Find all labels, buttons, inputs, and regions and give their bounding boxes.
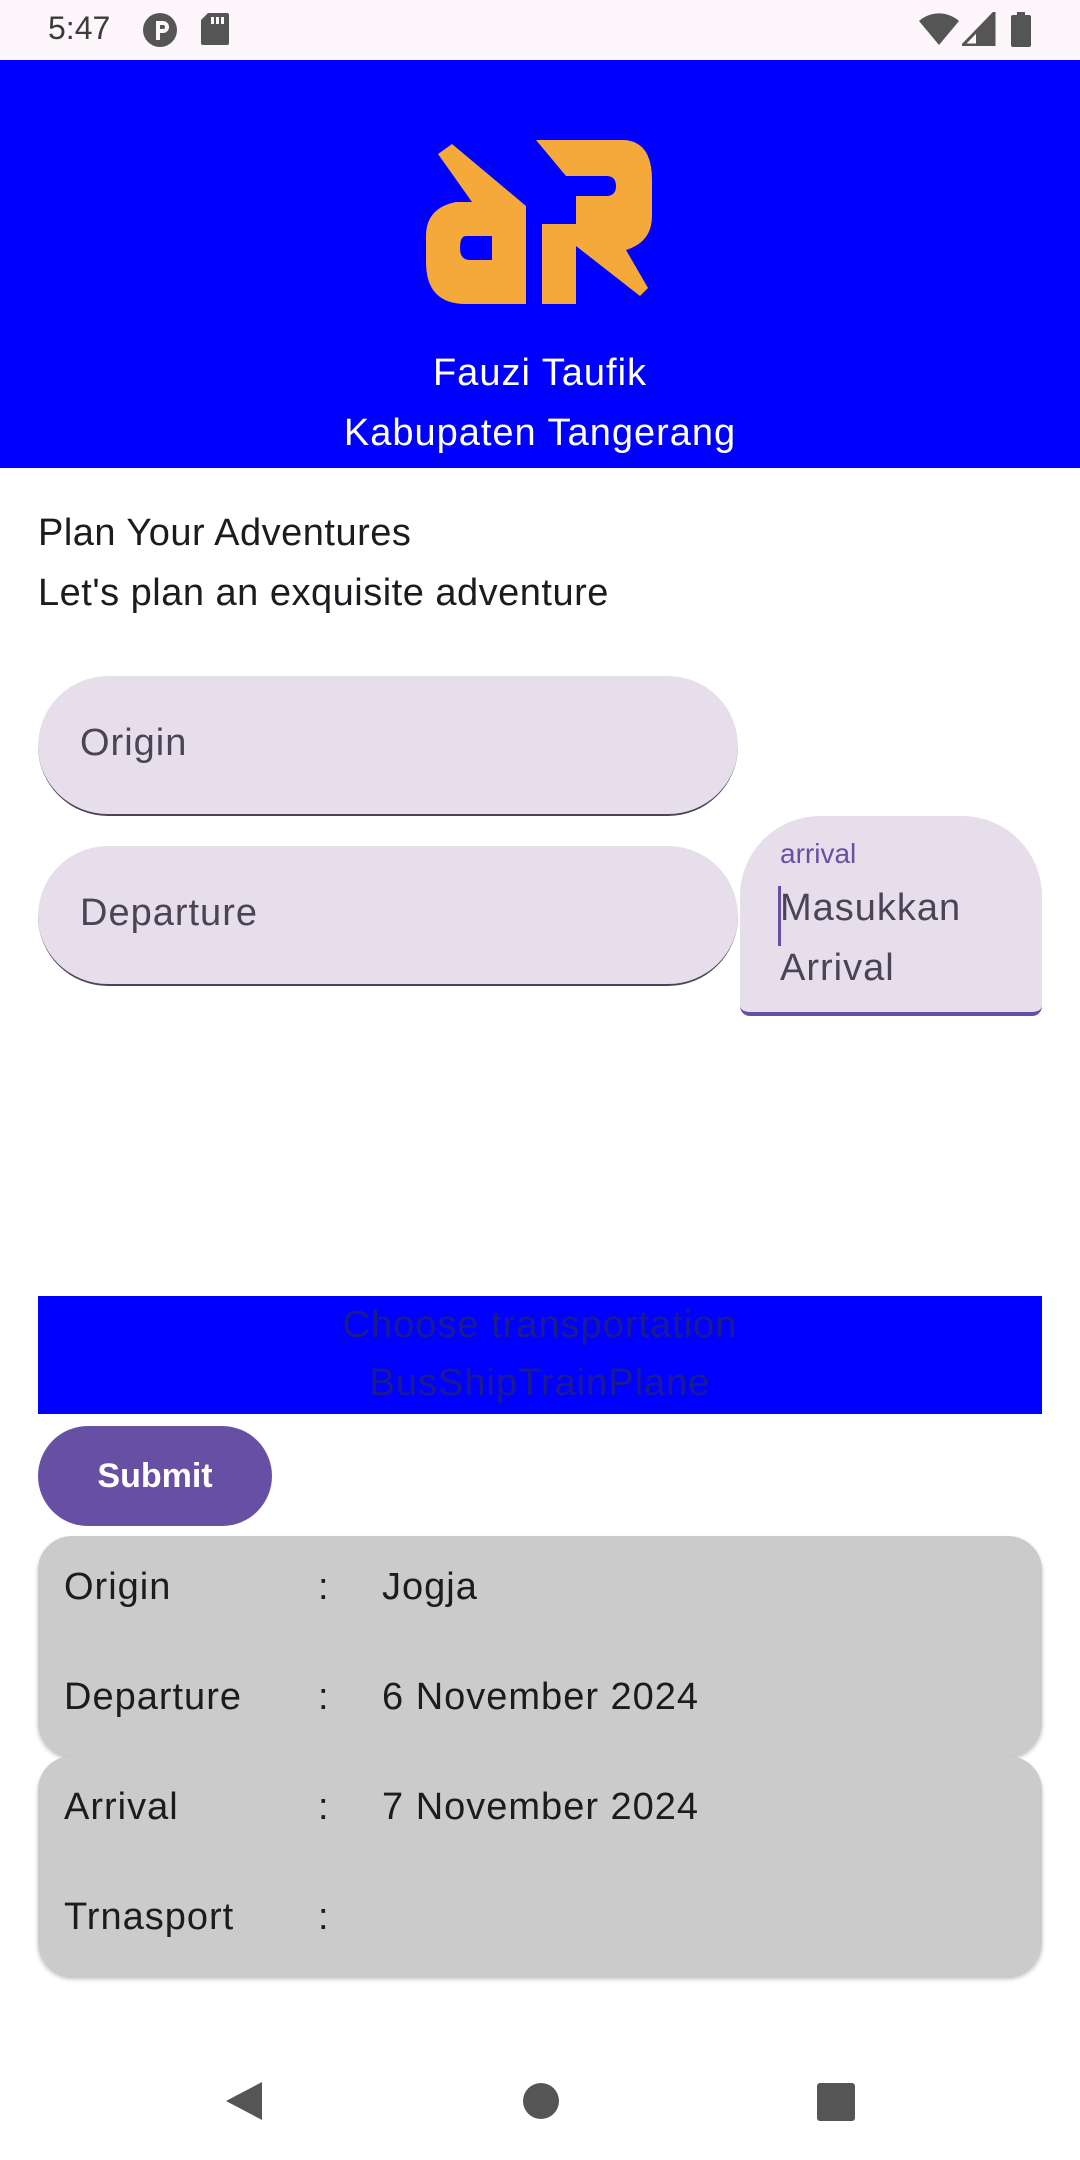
arrival-field[interactable]: arrival Masukkan Arrival bbox=[740, 816, 1042, 1016]
summary-colon: : bbox=[318, 1566, 329, 1608]
back-icon[interactable] bbox=[222, 2080, 264, 2122]
summary-card: Arrival : 7 November 2024 Trnasport : bbox=[38, 1756, 1042, 1976]
profile-header: Fauzi Taufik Kabupaten Tangerang bbox=[0, 60, 1080, 468]
page-subtitle: Let's plan an exquisite adventure bbox=[38, 572, 609, 614]
status-bar: 5:47 bbox=[0, 0, 1080, 60]
transport-options[interactable]: BusShipTrainPlane bbox=[38, 1362, 1042, 1405]
departure-placeholder: Departure bbox=[80, 892, 258, 934]
arrival-value: Masukkan Arrival bbox=[780, 887, 962, 989]
logo-icon bbox=[426, 140, 652, 304]
status-time: 5:47 bbox=[48, 10, 111, 46]
summary-value-origin: Jogja bbox=[382, 1566, 478, 1608]
profile-city: Kabupaten Tangerang bbox=[343, 412, 737, 454]
signal-icon bbox=[962, 12, 996, 46]
summary-card: Origin : Jogja Departure : 6 November 20… bbox=[38, 1536, 1042, 1756]
summary-colon: : bbox=[318, 1676, 329, 1718]
sd-card-icon bbox=[201, 13, 229, 45]
origin-field[interactable]: Origin bbox=[38, 676, 738, 816]
page-title: Plan Your Adventures bbox=[38, 512, 412, 554]
submit-button[interactable]: Submit bbox=[38, 1426, 272, 1526]
transport-selector[interactable]: Choose transportation BusShipTrainPlane bbox=[38, 1296, 1042, 1414]
battery-icon bbox=[1011, 12, 1031, 47]
summary-colon: : bbox=[318, 1896, 329, 1938]
summary-label-departure: Departure bbox=[64, 1676, 242, 1718]
recent-apps-icon[interactable] bbox=[816, 2082, 856, 2122]
origin-placeholder: Origin bbox=[80, 722, 188, 764]
profile-name: Fauzi Taufik bbox=[432, 352, 648, 394]
departure-field[interactable]: Departure bbox=[38, 846, 738, 986]
summary-colon: : bbox=[318, 1786, 329, 1828]
summary-label-transport: Trnasport bbox=[64, 1896, 235, 1938]
home-icon[interactable] bbox=[522, 2082, 560, 2120]
summary-label-arrival: Arrival bbox=[64, 1786, 179, 1828]
summary-value-departure: 6 November 2024 bbox=[382, 1676, 700, 1718]
arrival-label: arrival bbox=[780, 838, 857, 869]
summary-label-origin: Origin bbox=[64, 1566, 172, 1608]
summary-value-arrival: 7 November 2024 bbox=[382, 1786, 700, 1828]
notification-app-icon bbox=[143, 13, 177, 47]
transport-title: Choose transportation bbox=[342, 1304, 738, 1346]
wifi-icon bbox=[919, 13, 959, 46]
